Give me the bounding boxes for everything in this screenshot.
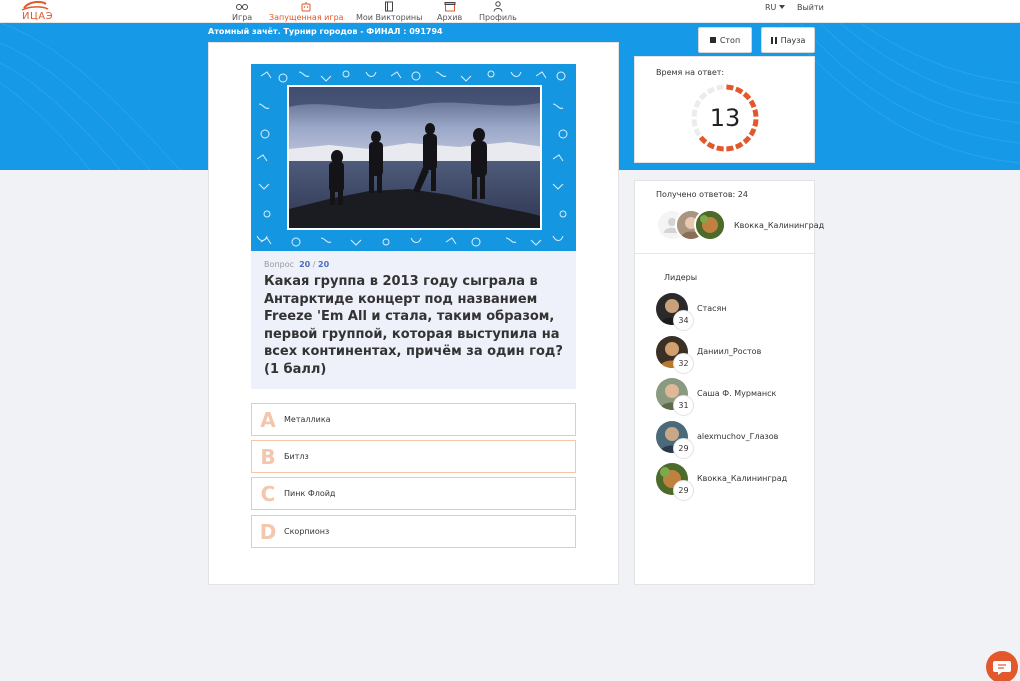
nav-item-label: Профиль xyxy=(479,13,517,22)
leader-score: 32 xyxy=(673,353,694,374)
language-label: RU xyxy=(765,3,777,12)
archive-icon xyxy=(444,2,456,12)
question-box: Вопрос 20 / 20 Какая группа в 2013 году … xyxy=(251,251,576,389)
nav-item-label: Запущенная игра xyxy=(269,13,344,22)
latest-responder-name: Квокка_Калининград xyxy=(734,221,825,230)
chat-icon xyxy=(993,661,1011,675)
nav-item-profile[interactable]: Профиль xyxy=(479,0,517,23)
language-selector[interactable]: RU xyxy=(765,3,786,12)
answer-option-a[interactable]: A Металлика xyxy=(251,403,576,436)
leader-score: 29 xyxy=(673,438,694,459)
leader-item[interactable]: 34 Стасян xyxy=(656,293,816,333)
top-navigation: ИЦАЭ Игра Запущенная игра Мои Викторины … xyxy=(0,0,1020,23)
question-image xyxy=(251,64,576,251)
nav-item-my-quizzes[interactable]: Мои Викторины xyxy=(356,0,422,23)
robot-icon xyxy=(301,2,311,12)
logout-link[interactable]: Выйти xyxy=(797,3,824,12)
leaders-title: Лидеры xyxy=(664,273,698,282)
answer-text: Металлика xyxy=(284,415,331,424)
leader-name: Квокка_Калининград xyxy=(697,474,788,483)
stop-label: Стоп xyxy=(719,35,741,45)
chevron-down-icon xyxy=(779,5,786,9)
stop-icon xyxy=(709,37,716,43)
book-icon xyxy=(385,1,394,12)
leader-score: 29 xyxy=(673,480,694,501)
leader-item[interactable]: 29 Квокка_Калининград xyxy=(656,463,816,503)
question-counter-label: Вопрос xyxy=(264,260,294,269)
question-counter: Вопрос 20 / 20 xyxy=(264,260,329,269)
answer-letter: C xyxy=(260,481,276,506)
leader-score: 31 xyxy=(673,395,694,416)
nav-item-running-game[interactable]: Запущенная игра xyxy=(269,0,344,23)
leader-item[interactable]: 31 Саша Ф. Мурманск xyxy=(656,378,816,418)
answer-letter: B xyxy=(260,444,276,469)
logo-text: ИЦАЭ xyxy=(22,11,54,22)
stop-button[interactable]: Стоп xyxy=(698,27,752,53)
question-card: Вопрос 20 / 20 Какая группа в 2013 году … xyxy=(208,42,619,585)
divider xyxy=(635,253,816,254)
question-separator: / xyxy=(312,260,316,269)
pause-label: Пауза xyxy=(780,35,806,45)
leader-item[interactable]: 32 Даниил_Ростов xyxy=(656,336,816,376)
avatar xyxy=(694,209,726,241)
leader-name: Саша Ф. Мурманск xyxy=(697,389,777,398)
glasses-icon xyxy=(236,4,249,10)
answer-letter: D xyxy=(259,519,277,544)
pause-button[interactable]: Пауза xyxy=(761,27,815,53)
timer-seconds: 13 xyxy=(709,104,741,132)
answer-text: Битлз xyxy=(284,452,309,461)
leader-name: Даниил_Ростов xyxy=(697,347,762,356)
question-total: 20 xyxy=(318,260,330,269)
nav-item-game[interactable]: Игра xyxy=(232,0,252,23)
leader-name: alexmuchov_Глазов xyxy=(697,432,779,441)
question-current: 20 xyxy=(299,260,311,269)
pause-icon xyxy=(770,36,777,44)
nav-item-archive[interactable]: Архив xyxy=(437,0,462,23)
answer-option-c[interactable]: C Пинк Флойд xyxy=(251,477,576,510)
responder-avatars xyxy=(656,209,736,241)
answer-text: Скорпионз xyxy=(284,527,330,536)
leader-name: Стасян xyxy=(697,304,727,313)
answer-option-b[interactable]: B Битлз xyxy=(251,440,576,473)
antarctica-photo xyxy=(287,85,542,230)
game-title: Атомный зачёт. Турнир городов - ФИНАЛ : … xyxy=(208,27,443,36)
answer-letter: A xyxy=(260,407,276,432)
responses-count: Получено ответов: 24 xyxy=(656,190,748,199)
leader-item[interactable]: 29 alexmuchov_Глазов xyxy=(656,421,816,461)
leader-score: 34 xyxy=(673,310,694,331)
chat-button[interactable] xyxy=(986,651,1018,681)
timer-card: Время на ответ: 13 xyxy=(634,56,815,163)
question-text: Какая группа в 2013 году сыграла в Антар… xyxy=(264,273,564,378)
nav-item-label: Мои Викторины xyxy=(356,13,423,22)
user-icon xyxy=(493,1,503,12)
answer-option-d[interactable]: D Скорпионз xyxy=(251,515,576,548)
photo-scene xyxy=(289,87,540,228)
timer-label: Время на ответ: xyxy=(656,68,725,77)
avatar-image xyxy=(696,211,724,239)
nav-item-label: Архив xyxy=(437,13,463,22)
answer-text: Пинк Флойд xyxy=(284,489,336,498)
question-points: (1 балл) xyxy=(264,361,327,377)
question-body: Какая группа в 2013 году сыграла в Антар… xyxy=(264,274,563,359)
responses-card: Получено ответов: 24 Квокка_Калининград … xyxy=(634,180,824,585)
nav-item-label: Игра xyxy=(232,13,253,22)
